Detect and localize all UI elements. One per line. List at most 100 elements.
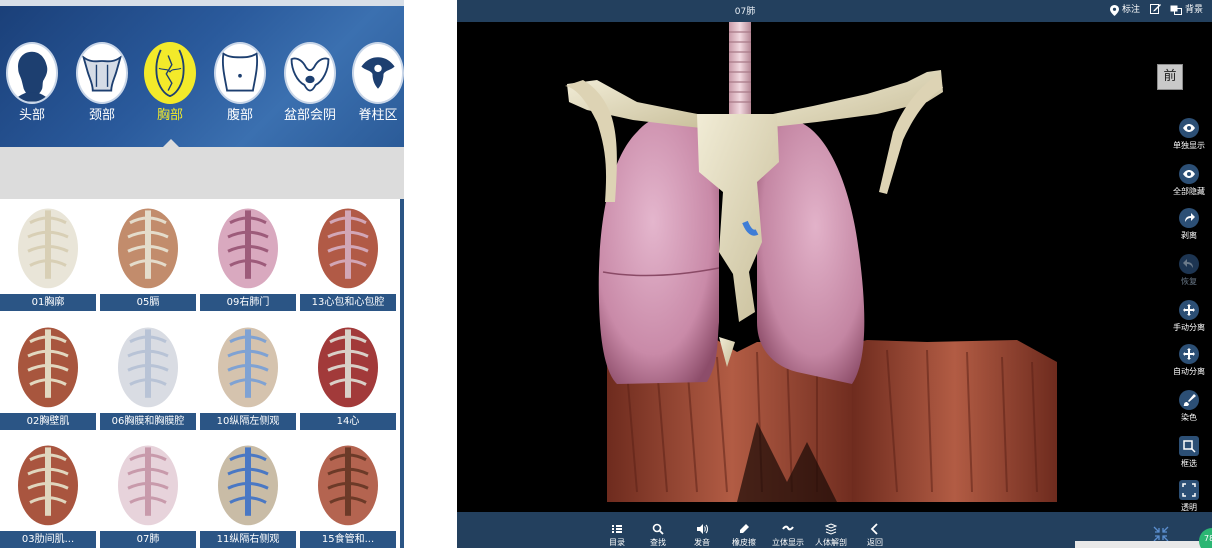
3d-viewport[interactable]: 前 单独显示全部隐藏剥离恢复手动分离自动分离染色框选透明 xyxy=(457,22,1212,512)
model-viewer: 07肺 标注 背景 前 单独显示 全部隐藏 剥离 恢复 手动分离 自动分离 染色… xyxy=(457,0,1212,548)
model-thumbnail xyxy=(0,318,96,413)
model-tile[interactable]: 07肺 xyxy=(100,436,196,548)
bottom-tool-speaker[interactable]: 发音 xyxy=(682,522,722,548)
model-thumbnail xyxy=(100,436,196,531)
model-tile[interactable]: 01胸廓 xyxy=(0,199,96,313)
tool-label: 单独显示 xyxy=(1173,141,1205,150)
edit-icon xyxy=(1150,4,1161,14)
region-spine[interactable]: 脊柱区 xyxy=(348,42,404,130)
tool-redo-arrow[interactable]: 剥离 xyxy=(1165,208,1212,241)
model-thumbnail xyxy=(200,318,296,413)
lung-model-render[interactable] xyxy=(457,22,1212,512)
bottom-tool-search[interactable]: 查找 xyxy=(638,522,678,548)
background-label: 背景 xyxy=(1185,5,1204,15)
tool-move-arrows[interactable]: 手动分离 xyxy=(1165,300,1212,333)
bottom-tool-label: 发音 xyxy=(694,538,710,547)
model-tile[interactable]: 10纵隔左侧观 xyxy=(200,318,296,432)
annotate-button[interactable]: 标注 xyxy=(1110,3,1140,17)
bottom-tool-chevron-left[interactable]: 返回 xyxy=(855,522,895,548)
tool-label: 染色 xyxy=(1181,413,1197,422)
region-pelvis[interactable]: 盆部会阴 xyxy=(280,42,340,130)
model-thumbnail xyxy=(300,318,396,413)
model-tile[interactable]: 05膈 xyxy=(100,199,196,313)
edit-button[interactable] xyxy=(1150,3,1161,14)
model-tile-label: 07肺 xyxy=(100,531,196,548)
model-tile[interactable]: 15食管和... xyxy=(300,436,396,548)
tool-label: 全部隐藏 xyxy=(1173,187,1205,196)
stereo-icon xyxy=(768,522,808,536)
model-tile[interactable]: 09右肺门 xyxy=(200,199,296,313)
bottom-tool-label: 橡皮擦 xyxy=(732,538,756,547)
model-tile-label: 13心包和心包腔 xyxy=(300,294,396,311)
background-icon xyxy=(1170,5,1182,15)
region-label: 腹部 xyxy=(226,108,253,123)
bottom-tool-layers[interactable]: 人体解剖 xyxy=(811,522,851,548)
move-arrows-icon xyxy=(1179,300,1199,320)
bottom-tool-stereo[interactable]: 立体显示 xyxy=(768,522,808,548)
viewer-top-bar: 07肺 标注 背景 xyxy=(457,0,1212,22)
body-region-bar: 头部 颈部 胸部 腹部 盆部会阴 脊柱区 xyxy=(0,0,404,147)
head-icon xyxy=(6,42,58,104)
grid-scroll-edge xyxy=(400,199,404,548)
model-tile[interactable]: 11纵隔右侧观 xyxy=(200,436,296,548)
model-thumbnail xyxy=(0,436,96,531)
view-direction-button[interactable]: 前 xyxy=(1157,64,1183,90)
eraser-icon xyxy=(724,522,764,536)
region-abdomen[interactable]: 腹部 xyxy=(210,42,270,130)
bottom-tool-label: 人体解剖 xyxy=(815,538,847,547)
model-tile[interactable]: 02胸壁肌 xyxy=(0,318,96,432)
model-tile[interactable]: 14心 xyxy=(300,318,396,432)
undo-arrow-icon xyxy=(1179,254,1199,274)
model-catalog-panel: 头部 颈部 胸部 腹部 盆部会阴 脊柱区 01胸廓 05膈 09右肺门 13心包… xyxy=(0,0,404,548)
box-select-icon xyxy=(1179,436,1199,456)
redo-arrow-icon xyxy=(1179,208,1199,228)
bottom-tool-label: 立体显示 xyxy=(772,538,804,547)
bottom-tool-list[interactable]: 目录 xyxy=(597,522,637,548)
tool-box-select[interactable]: 框选 xyxy=(1165,436,1212,469)
tool-eye[interactable]: 单独显示 xyxy=(1165,118,1212,151)
system-tray xyxy=(1075,541,1203,548)
expand-arrows-icon xyxy=(1179,344,1199,364)
model-tile-label: 05膈 xyxy=(100,294,196,311)
abdomen-icon xyxy=(214,42,266,104)
annotate-label: 标注 xyxy=(1122,5,1141,15)
region-label: 脊柱区 xyxy=(358,108,398,123)
model-thumbnail xyxy=(300,436,396,531)
tool-expand-arrows[interactable]: 自动分离 xyxy=(1165,344,1212,377)
region-head[interactable]: 头部 xyxy=(2,42,62,130)
tool-label: 恢复 xyxy=(1181,277,1197,286)
region-neck[interactable]: 颈部 xyxy=(72,42,132,130)
model-thumbnail xyxy=(100,318,196,413)
tool-undo-arrow[interactable]: 恢复 xyxy=(1165,254,1212,287)
bottom-tool-label: 目录 xyxy=(609,538,625,547)
model-thumbnail xyxy=(300,199,396,294)
catalog-header-band xyxy=(0,147,404,199)
tool-label: 剥离 xyxy=(1181,231,1197,240)
location-pin-icon xyxy=(1110,4,1119,16)
model-thumbnail xyxy=(200,436,296,531)
tool-transparent[interactable]: 透明 xyxy=(1165,480,1212,513)
region-label: 头部 xyxy=(18,108,45,123)
chevron-left-icon xyxy=(855,522,895,536)
model-tile-label: 01胸廓 xyxy=(0,294,96,311)
model-tile-label: 02胸壁肌 xyxy=(0,413,96,430)
bottom-tool-eraser[interactable]: 橡皮擦 xyxy=(724,522,764,548)
active-region-caret xyxy=(163,139,179,147)
collapse-arrows-icon[interactable] xyxy=(1153,526,1169,542)
notification-badge[interactable]: 78 xyxy=(1199,528,1212,548)
model-thumbnail xyxy=(200,199,296,294)
layers-icon xyxy=(811,522,851,536)
model-tile[interactable]: 06胸膜和胸膜腔 xyxy=(100,318,196,432)
region-chest[interactable]: 胸部 xyxy=(140,42,200,130)
background-button[interactable]: 背景 xyxy=(1170,3,1203,17)
tool-eye[interactable]: 全部隐藏 xyxy=(1165,164,1212,197)
list-icon xyxy=(597,522,637,536)
model-tile[interactable]: 13心包和心包腔 xyxy=(300,199,396,313)
model-tile-label: 06胸膜和胸膜腔 xyxy=(100,413,196,430)
tool-brush[interactable]: 染色 xyxy=(1165,390,1212,423)
app-screen: 头部 颈部 胸部 腹部 盆部会阴 脊柱区 01胸廓 05膈 09右肺门 13心包… xyxy=(0,0,1219,548)
neck-icon xyxy=(76,42,128,104)
region-label: 胸部 xyxy=(156,108,183,123)
bottom-tool-label: 查找 xyxy=(650,538,666,547)
model-tile[interactable]: 03肋间肌... xyxy=(0,436,96,548)
